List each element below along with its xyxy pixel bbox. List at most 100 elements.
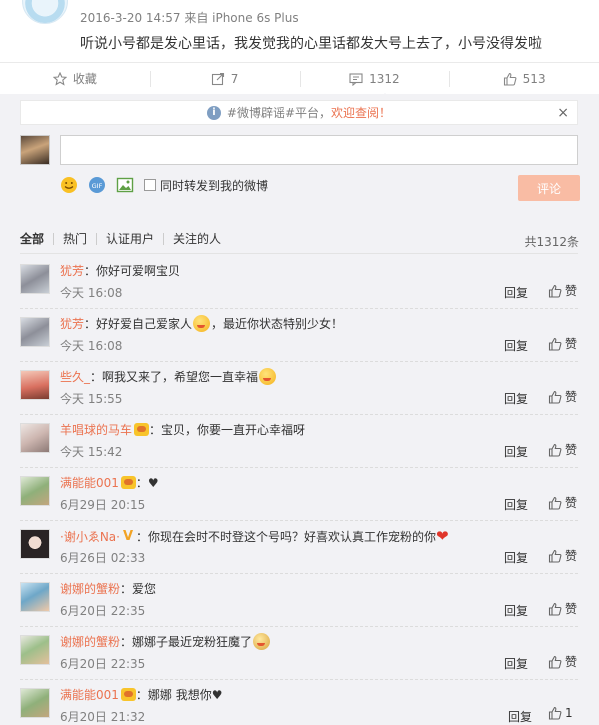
reply-button[interactable]: 回复	[504, 390, 528, 407]
list-item: 些久_ ：啊我又来了，希望您一直幸福 今天 15:55 回复 赞	[20, 361, 578, 414]
avatar[interactable]	[22, 0, 68, 24]
image-icon[interactable]	[116, 176, 134, 194]
like-comment-button[interactable]: 赞	[548, 600, 577, 617]
comment-time: 6月20日 21:32	[60, 710, 146, 724]
avatar[interactable]	[20, 317, 50, 347]
reply-button[interactable]: 回复	[504, 655, 528, 672]
comment-user[interactable]: 些久_	[60, 368, 90, 385]
repost-checkbox[interactable]	[144, 179, 156, 191]
tab-all[interactable]: 全部	[20, 233, 53, 245]
avatar[interactable]	[20, 635, 50, 665]
reply-button[interactable]: 回复	[504, 496, 528, 513]
list-item: 谢娜的蟹粉 ：爱您 6月20日 22:35 回复 赞	[20, 573, 578, 626]
like-label: 赞	[565, 284, 578, 298]
like-comment-button[interactable]: 赞	[548, 282, 577, 299]
comment-time: 6月20日 22:35	[60, 657, 146, 671]
thumbs-up-icon	[548, 390, 562, 404]
reply-button[interactable]: 回复	[504, 284, 528, 301]
info-icon: i	[206, 105, 221, 120]
action-bar: 收藏 7 1312 513	[0, 62, 599, 100]
heart-icon: ❤	[436, 527, 449, 545]
reply-button[interactable]: 回复	[504, 549, 528, 566]
heart-icon: ♥	[147, 475, 159, 490]
comment-user[interactable]: 犹芳	[60, 262, 84, 279]
comment-user[interactable]: 犹芳	[60, 315, 84, 332]
comment-time: 6月26日 02:33	[60, 551, 146, 565]
favorite-button[interactable]: 收藏	[0, 63, 150, 94]
tab-hot[interactable]: 热门	[53, 233, 96, 245]
reply-button[interactable]: 回复	[504, 602, 528, 619]
comment-text: ：宝贝，你要一直开心幸福呀	[149, 423, 306, 437]
divider	[20, 253, 578, 254]
comment-text: ：娜娜 我想你	[135, 688, 212, 702]
avatar[interactable]	[20, 423, 50, 453]
comment-user[interactable]: 谢娜的蟹粉	[60, 580, 120, 597]
repost-button[interactable]: 7	[149, 63, 300, 94]
post-meta: 2016-3-20 14:57 来自 iPhone 6s Plus	[80, 11, 299, 25]
submit-comment-button[interactable]: 评论	[518, 175, 580, 201]
thumbs-up-icon	[548, 706, 562, 720]
notice-bar: i #微博辟谣#平台， 欢迎查阅！ ×	[20, 100, 578, 125]
like-comment-button[interactable]: 赞	[548, 494, 577, 511]
svg-text:GIF: GIF	[92, 182, 103, 190]
avatar[interactable]	[20, 264, 50, 294]
comment-user[interactable]: ·谢小ゑNa·	[60, 528, 120, 545]
reply-button[interactable]: 回复	[504, 443, 528, 460]
comment-user[interactable]: 满能能001	[60, 686, 119, 703]
avatar[interactable]	[20, 476, 50, 506]
avatar[interactable]	[20, 135, 50, 165]
list-item: 犹芳 ：你好可爱啊宝贝 今天 16:08 回复 赞	[20, 255, 578, 308]
list-item: 犹芳 ：好好爱自己爱家人 ，最近你状态特别少女！ 今天 16:08 回复 赞	[20, 308, 578, 361]
avatar[interactable]	[20, 370, 50, 400]
verified-v-icon: V	[122, 528, 134, 544]
vip-badge-icon	[120, 476, 136, 489]
like-label: 赞	[565, 549, 578, 563]
comment-time: 今天 15:55	[60, 392, 123, 406]
thumbs-up-icon	[548, 655, 562, 669]
like-button[interactable]: 513	[449, 63, 599, 94]
composer-tools: GIF 同时转发到我的微博	[60, 175, 268, 195]
comment-text: ：好好爱自己爱家人	[84, 317, 193, 331]
comment-button[interactable]: 1312	[299, 63, 450, 94]
notice-link[interactable]: 欢迎查阅！	[331, 104, 391, 121]
reply-button[interactable]: 回复	[508, 708, 532, 725]
like-comment-button[interactable]: 赞	[548, 388, 577, 405]
divider	[20, 573, 578, 574]
like-label: 赞	[565, 602, 578, 616]
comment-text-continued: ，最近你状态特别少女！	[211, 317, 344, 331]
comment-time: 今天 15:42	[60, 445, 123, 459]
emoji-icon[interactable]	[60, 176, 78, 194]
tab-following[interactable]: 关注的人	[163, 233, 230, 245]
comment-user[interactable]: 满能能001	[60, 474, 119, 491]
comment-input[interactable]	[60, 135, 578, 165]
avatar[interactable]	[20, 688, 50, 718]
comment-time: 6月20日 22:35	[60, 604, 146, 618]
like-comment-button[interactable]: 赞	[548, 441, 577, 458]
divider	[20, 414, 578, 415]
list-item: 谢娜的蟹粉 ：娜娜子最近宠粉狂魔了 6月20日 22:35 回复 赞	[20, 626, 578, 679]
like-comment-button[interactable]: 赞	[548, 653, 577, 670]
reply-button[interactable]: 回复	[504, 337, 528, 354]
avatar[interactable]	[20, 529, 50, 559]
gif-icon[interactable]: GIF	[88, 176, 106, 194]
list-item: 满能能001 ： ♥ 6月29日 20:15 回复 赞	[20, 467, 578, 520]
comment-time: 6月29日 20:15	[60, 498, 146, 512]
kiss-emoji-icon	[193, 315, 211, 332]
comment-text: ：啊我又来了，希望您一直幸福	[90, 370, 259, 384]
like-label: 赞	[565, 443, 578, 457]
comment-user[interactable]: 谢娜的蟹粉	[60, 633, 120, 650]
like-label: 赞	[565, 337, 578, 351]
repost-icon	[211, 72, 224, 85]
like-comment-button[interactable]: 赞	[548, 547, 577, 564]
emoji-icon	[253, 633, 271, 650]
post-header: 2016-3-20 14:57 来自 iPhone 6s Plus 听说小号都是…	[0, 0, 599, 62]
comment-user[interactable]: 羊唱球的马车	[60, 421, 132, 438]
like-comment-button[interactable]: 赞	[548, 335, 577, 352]
tab-verified[interactable]: 认证用户	[96, 233, 163, 245]
avatar[interactable]	[20, 582, 50, 612]
like-count: 1	[565, 706, 573, 720]
close-icon[interactable]: ×	[557, 105, 569, 121]
thumbs-up-icon	[548, 549, 562, 563]
like-comment-button[interactable]: 1	[548, 706, 573, 720]
comment-time: 今天 16:08	[60, 286, 123, 300]
